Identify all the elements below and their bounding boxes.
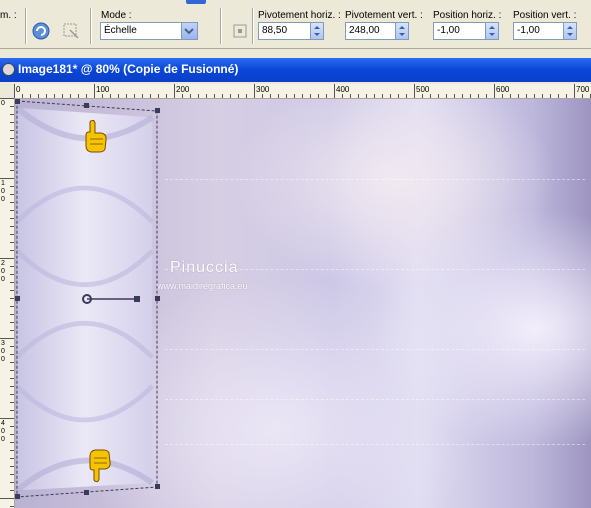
pivot-h-input[interactable]: 88,50	[258, 22, 324, 40]
separator	[25, 8, 27, 44]
ruler-h-label: 400	[336, 85, 350, 94]
texture-line	[165, 349, 585, 350]
separator	[90, 8, 92, 44]
ruler-v-label: 2 0 0	[1, 260, 5, 283]
pivot-h-value: 88,50	[262, 25, 288, 36]
vertical-ruler: 0 1 0 0 2 0 0 3 0 0 4 0 0	[0, 98, 15, 508]
document-title-bar[interactable]: Image181* @ 80% (Copie de Fusionné)	[0, 58, 591, 82]
document-icon	[2, 63, 15, 76]
pos-v-value: -1,00	[517, 25, 540, 36]
pivot-v-input[interactable]: 248,00	[345, 22, 409, 40]
texture-line	[165, 444, 585, 445]
ruler-ticks	[0, 98, 14, 507]
corner-handle[interactable]	[15, 494, 20, 499]
pos-v-input[interactable]: -1,00	[513, 22, 577, 40]
deform-icon[interactable]	[61, 21, 81, 41]
edge-handle[interactable]	[84, 490, 89, 495]
texture-line	[165, 399, 585, 400]
rotation-handle[interactable]	[134, 296, 140, 302]
image-canvas[interactable]: Pinuccia www.maidiregrafica.eu	[15, 99, 591, 508]
mode-select[interactable]: Échelle	[100, 22, 198, 40]
texture-line	[165, 179, 585, 180]
deform-bounding-box[interactable]	[15, 99, 175, 508]
pivot-v-value: 248,00	[349, 25, 380, 36]
refresh-icon[interactable]	[31, 21, 51, 41]
ruler-h-label: 700	[576, 85, 590, 94]
pointing-hand-icon	[85, 119, 107, 153]
pick-icon[interactable]	[230, 21, 250, 41]
corner-handle[interactable]	[155, 484, 160, 489]
pivot-h-label: Pivotement horiz. :	[258, 10, 341, 21]
ruler-h-label: 600	[496, 85, 510, 94]
edge-handle[interactable]	[15, 296, 20, 301]
watermark-site: www.maidiregrafica.eu	[157, 281, 248, 291]
mode-label: Mode :	[101, 10, 132, 21]
ruler-corner	[0, 84, 14, 98]
pivot-v-label: Pivotement vert. :	[345, 10, 423, 21]
pointing-hand-icon	[89, 449, 111, 483]
ruler-v-label: 4 0 0	[1, 420, 5, 443]
horizontal-ruler: 0 100 200 300 400 500 600 700	[14, 84, 591, 99]
spin-arrows-icon[interactable]	[310, 23, 323, 39]
edge-handle[interactable]	[155, 296, 160, 301]
spin-arrows-icon[interactable]	[395, 23, 408, 39]
separator	[220, 8, 222, 44]
ruler-v-label: 0	[1, 100, 5, 107]
corner-handle[interactable]	[155, 108, 160, 113]
partial-label: m. :	[0, 10, 17, 21]
edge-handle[interactable]	[84, 103, 89, 108]
ruler-v-label: 3 0 0	[1, 340, 5, 363]
ruler-h-label: 100	[96, 85, 110, 94]
ruler-h-label: 500	[416, 85, 430, 94]
ruler-h-label: 0	[16, 85, 21, 94]
watermark-name: Pinuccia	[170, 259, 239, 276]
chevron-down-icon[interactable]	[181, 23, 197, 39]
corner-handle[interactable]	[15, 99, 20, 104]
pos-h-value: -1,00	[437, 25, 460, 36]
pos-v-label: Position vert. :	[513, 10, 577, 21]
separator	[252, 8, 254, 44]
active-tool-indicator	[186, 0, 206, 4]
mode-value: Échelle	[104, 25, 137, 36]
ruler-h-label: 200	[176, 85, 190, 94]
spin-arrows-icon[interactable]	[563, 23, 576, 39]
pos-h-label: Position horiz. :	[433, 10, 502, 21]
spin-arrows-icon[interactable]	[485, 23, 498, 39]
ruler-v-label: 1 0 0	[1, 180, 5, 203]
pos-h-input[interactable]: -1,00	[433, 22, 499, 40]
tool-options-bar: m. : Mode : Échelle Pivotement horiz. : …	[0, 0, 591, 49]
document-title: Image181* @ 80% (Copie de Fusionné)	[18, 62, 239, 76]
ruler-h-label: 300	[256, 85, 270, 94]
